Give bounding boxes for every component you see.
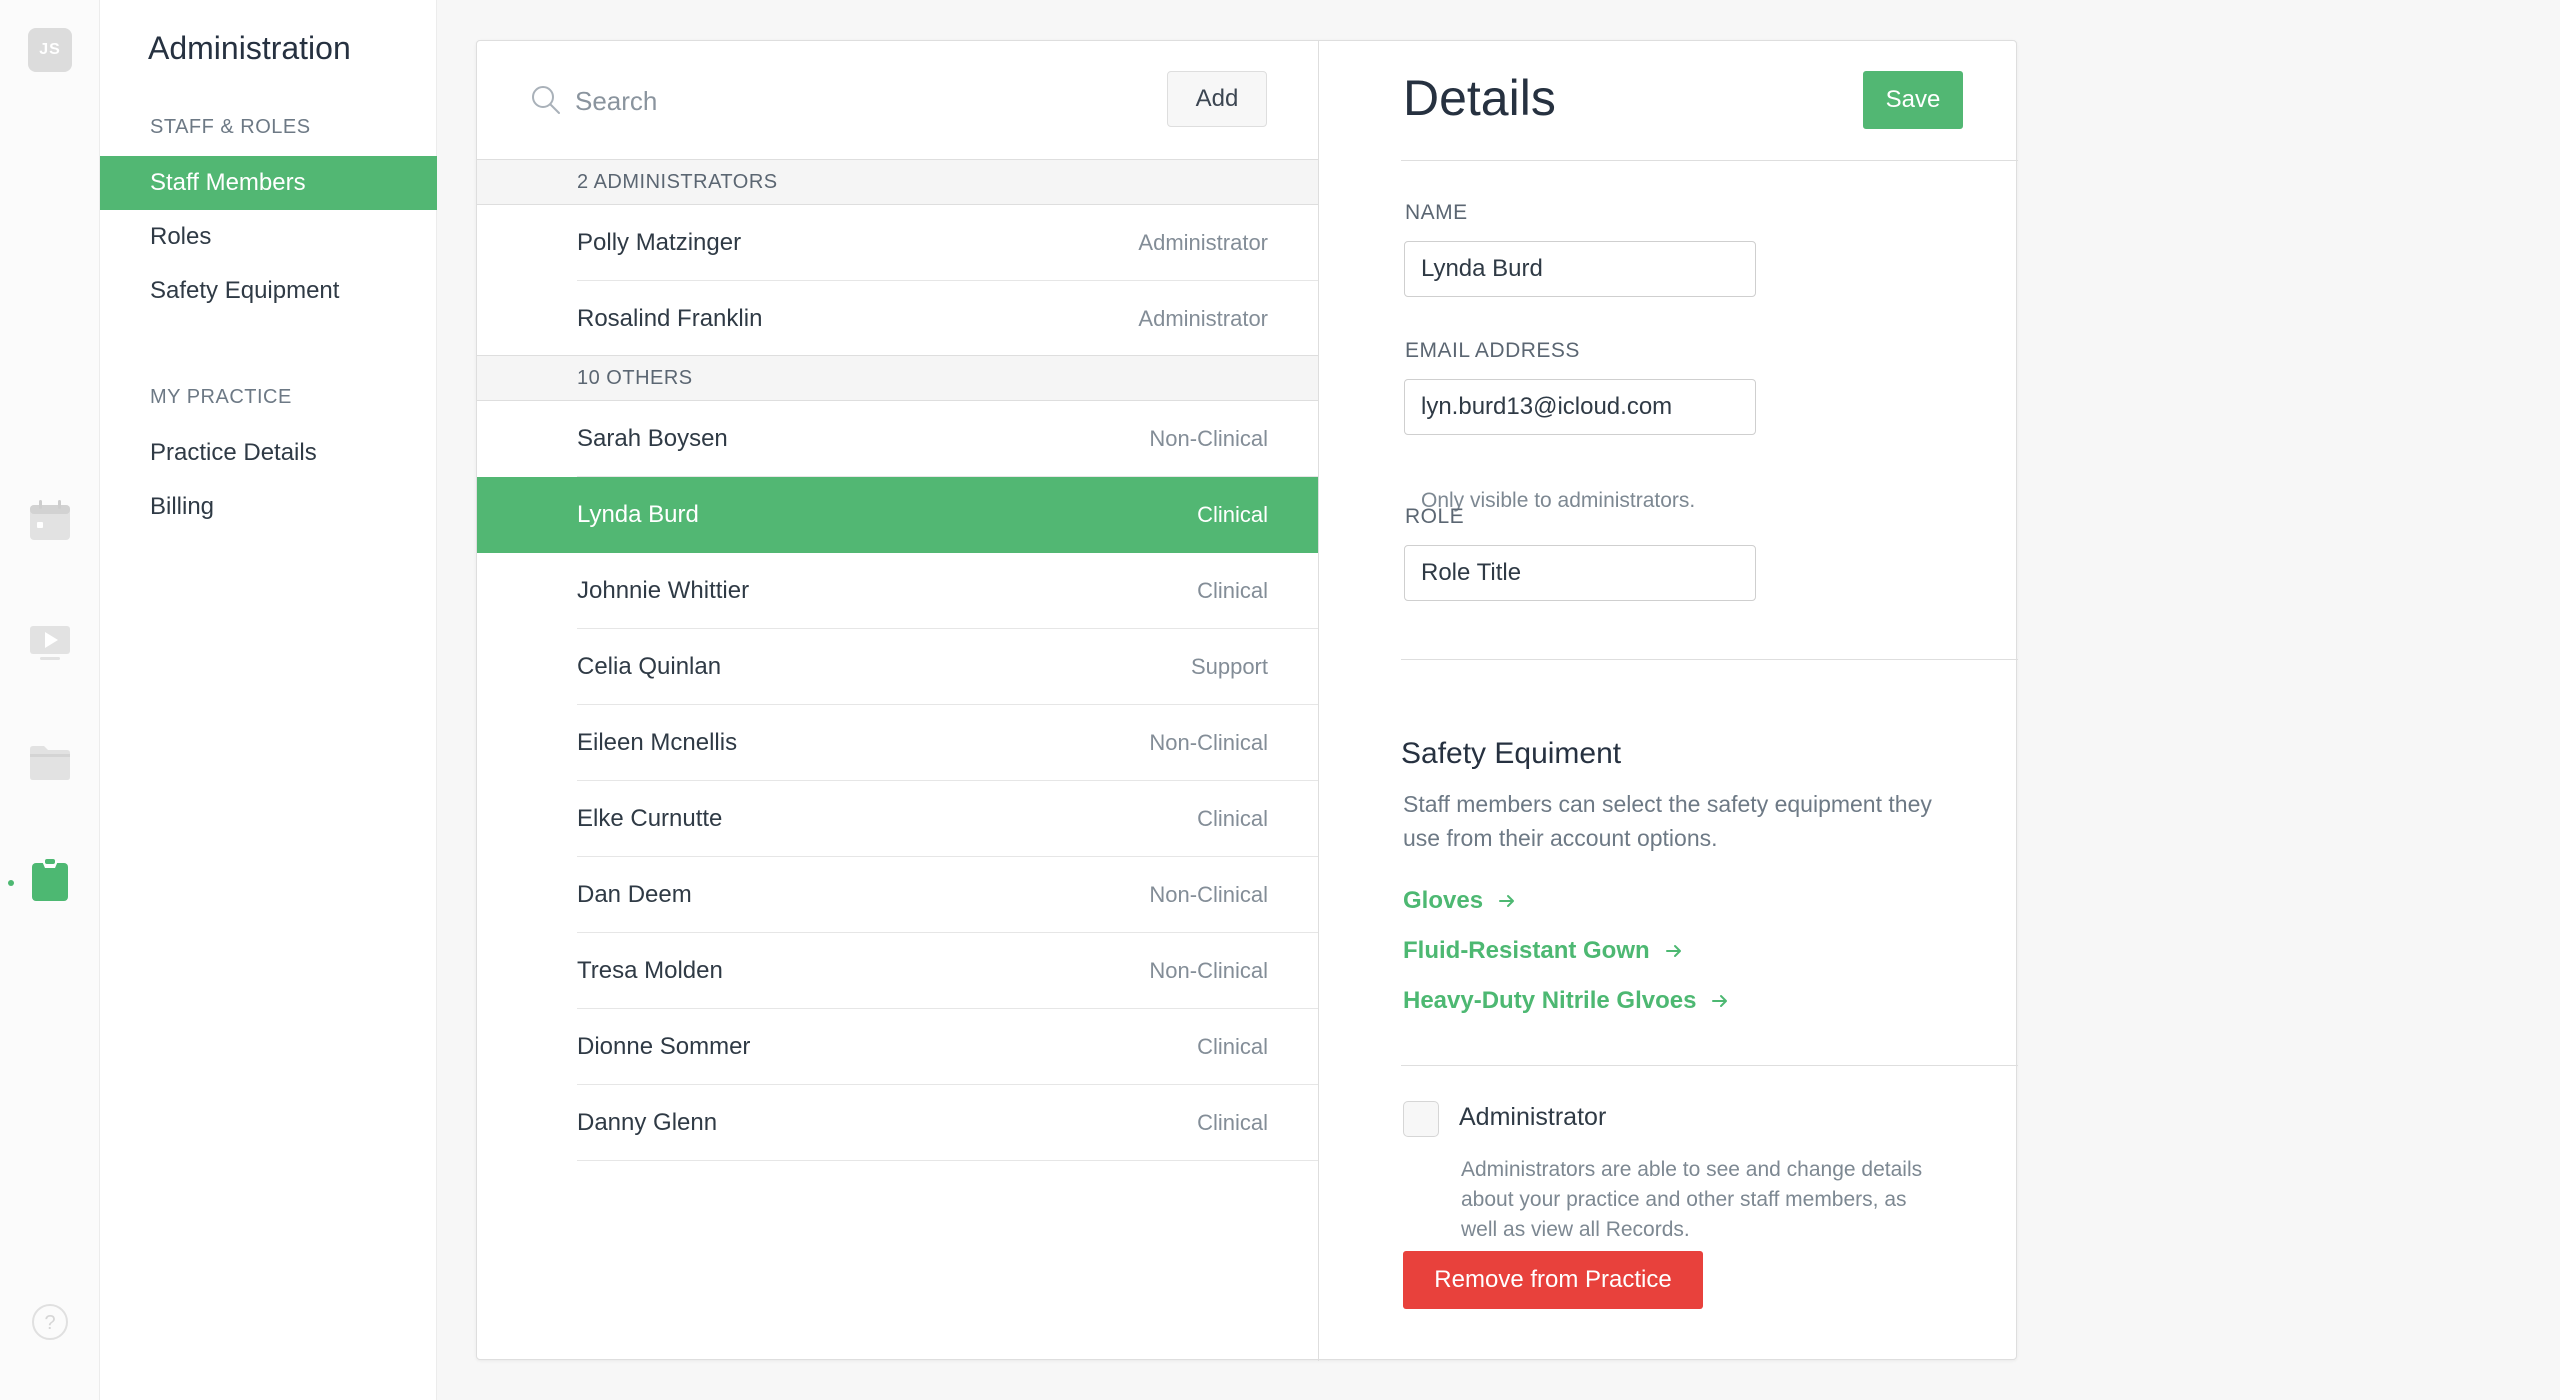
staff-row[interactable]: Rosalind Franklin Administrator (477, 281, 1318, 357)
sidebar-item-practice-details[interactable]: Practice Details (100, 426, 437, 480)
staff-name: Elke Curnutte (577, 805, 723, 832)
sidebar-item-billing[interactable]: Billing (100, 480, 437, 534)
safety-equipment-description: Staff members can select the safety equi… (1403, 791, 1932, 851)
arrow-right-icon (1664, 941, 1684, 961)
sidebar-section-staff-roles: STAFF & ROLES (150, 116, 311, 138)
details-title: Details (1403, 70, 1556, 126)
staff-row[interactable]: Danny Glenn Clinical (477, 1085, 1318, 1161)
folder-icon[interactable] (28, 740, 72, 784)
equipment-link-gloves[interactable]: Gloves (1403, 887, 1517, 915)
staff-row[interactable]: Elke Curnutte Clinical (477, 781, 1318, 857)
active-indicator (8, 880, 14, 886)
staff-row[interactable]: Dan Deem Non-Clinical (477, 857, 1318, 933)
arrow-right-icon (1710, 991, 1730, 1011)
administrator-checkbox-label: Administrator (1459, 1103, 1607, 1131)
search-icon (531, 85, 561, 115)
sidebar-item-safety-equipment[interactable]: Safety Equipment (100, 264, 437, 318)
staff-row[interactable]: Dionne Sommer Clinical (477, 1009, 1318, 1085)
staff-role: Administrator (1138, 230, 1268, 255)
clipboard-icon[interactable] (28, 858, 72, 902)
row-divider (577, 1160, 1318, 1161)
sidebar-item-roles[interactable]: Roles (100, 210, 437, 264)
staff-role: Clinical (1197, 806, 1268, 831)
equipment-link-label: Gloves (1403, 887, 1484, 914)
staff-role: Non-Clinical (1149, 882, 1268, 907)
equipment-link-gown[interactable]: Fluid-Resistant Gown (1403, 937, 1684, 965)
staff-name: Dionne Sommer (577, 1033, 751, 1060)
staff-name: Polly Matzinger (577, 229, 742, 256)
staff-name: Johnnie Whittier (577, 577, 750, 604)
staff-role: Clinical (1197, 578, 1268, 603)
name-label: NAME (1405, 201, 1468, 224)
staff-role: Non-Clinical (1149, 730, 1268, 755)
divider (1401, 1065, 2018, 1066)
admin-sidebar: Administration STAFF & ROLES Staff Membe… (100, 0, 437, 1400)
remove-from-practice-button[interactable]: Remove from Practice (1403, 1251, 1703, 1309)
staff-role: Clinical (1197, 1110, 1268, 1135)
staff-row[interactable]: Eileen Mcnellis Non-Clinical (477, 705, 1318, 781)
sidebar-title: Administration (148, 30, 351, 66)
staff-name: Sarah Boysen (577, 425, 728, 452)
administrator-checkbox[interactable] (1403, 1101, 1439, 1137)
group-header-administrators: 2 ADMINISTRATORS (477, 159, 1318, 205)
name-field[interactable] (1404, 241, 1756, 297)
staff-name: Celia Quinlan (577, 653, 722, 680)
main-card: Add 2 ADMINISTRATORS Polly Matzinger Adm… (476, 40, 2018, 1361)
staff-row-selected[interactable]: Lynda Burd Clinical (477, 477, 1318, 553)
staff-row[interactable]: Celia Quinlan Support (477, 629, 1318, 705)
sidebar-section-my-practice: MY PRACTICE (150, 386, 292, 408)
staff-role: Support (1190, 654, 1268, 679)
safety-equipment-heading: Safety Equiment (1401, 737, 1622, 770)
staff-list-panel: Add 2 ADMINISTRATORS Polly Matzinger Adm… (477, 41, 1319, 1361)
add-staff-button[interactable]: Add (1167, 71, 1267, 127)
calendar-icon[interactable] (28, 498, 72, 542)
group-header-others: 10 OTHERS (477, 355, 1318, 401)
staff-role: Clinical (1197, 1034, 1268, 1059)
save-button[interactable]: Save (1863, 71, 1963, 129)
staff-name: Danny Glenn (577, 1109, 718, 1136)
administrator-description: Administrators are able to see and chang… (1461, 1158, 1923, 1241)
staff-row[interactable]: Sarah Boysen Non-Clinical (477, 401, 1318, 477)
icon-rail: JS ? (0, 0, 100, 1400)
video-icon[interactable] (28, 620, 72, 664)
arrow-right-icon (1497, 891, 1517, 911)
role-label: ROLE (1405, 505, 1465, 528)
equipment-link-nitrile-gloves[interactable]: Heavy-Duty Nitrile Glvoes (1403, 987, 1730, 1015)
avatar[interactable]: JS (28, 28, 72, 72)
sidebar-item-staff-members[interactable]: Staff Members (100, 156, 437, 210)
staff-name: Dan Deem (577, 881, 692, 908)
staff-name: Eileen Mcnellis (577, 729, 738, 756)
equipment-link-label: Heavy-Duty Nitrile Glvoes (1403, 987, 1697, 1014)
equipment-link-label: Fluid-Resistant Gown (1403, 937, 1650, 964)
staff-row[interactable]: Polly Matzinger Administrator (477, 205, 1318, 281)
search-input[interactable] (575, 79, 1025, 123)
svg-text:?: ? (44, 1312, 55, 1334)
staff-row[interactable]: Tresa Molden Non-Clinical (477, 933, 1318, 1009)
staff-row[interactable]: Johnnie Whittier Clinical (477, 553, 1318, 629)
email-label: EMAIL ADDRESS (1405, 339, 1580, 362)
role-field[interactable] (1404, 545, 1756, 601)
staff-role: Non-Clinical (1149, 958, 1268, 983)
staff-role: Non-Clinical (1149, 426, 1268, 451)
staff-role: Administrator (1138, 306, 1268, 331)
staff-name: Tresa Molden (577, 957, 723, 984)
staff-name: Lynda Burd (577, 501, 699, 528)
divider (1401, 659, 2018, 660)
details-panel: Details Save NAME EMAIL ADDRESS Only vis… (1319, 41, 2018, 1361)
staff-role: Clinical (1197, 502, 1268, 527)
email-field[interactable] (1404, 379, 1756, 435)
staff-name: Rosalind Franklin (577, 305, 763, 332)
divider (1401, 160, 2018, 161)
help-icon[interactable]: ? (28, 1300, 72, 1344)
